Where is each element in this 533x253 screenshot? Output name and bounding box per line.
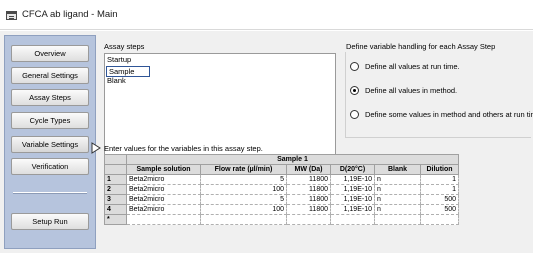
window-title: CFCA ab ligand - Main (22, 9, 118, 20)
table-row: 1 Beta2micro 5 11800 1,19E-10 n 1 (104, 174, 459, 185)
row-number[interactable]: 1 (104, 174, 127, 185)
grid-corner (104, 164, 127, 175)
new-row-marker[interactable]: * (104, 214, 127, 225)
cell-mw[interactable]: 11800 (286, 174, 331, 185)
column-header-blank[interactable]: Blank (374, 164, 421, 175)
cell-blank[interactable]: n (374, 194, 421, 205)
radio-button-icon (350, 61, 359, 71)
assay-steps-label: Assay steps (104, 42, 145, 51)
cell-dilution[interactable]: 500 (420, 194, 459, 205)
sidebar-item-overview[interactable]: Overview (11, 45, 89, 62)
table-row-new: * (104, 214, 459, 225)
sidebar-divider (13, 192, 87, 194)
sidebar-item-assay-steps[interactable]: Assay Steps (11, 89, 89, 106)
cell-empty[interactable] (200, 214, 287, 225)
active-item-arrow-icon (91, 142, 101, 154)
sidebar-item-cycle-types[interactable]: Cycle Types (11, 112, 89, 129)
variable-handling-label: Define variable handling for each Assay … (346, 42, 496, 51)
table-row: 3 Beta2micro 5 11800 1,19E-10 n 500 (104, 194, 459, 205)
radio-button-selected-icon (350, 85, 359, 95)
grid-corner (104, 154, 127, 165)
cell-blank[interactable]: n (374, 184, 421, 195)
column-header-sample-solution[interactable]: Sample solution (126, 164, 201, 175)
list-item-blank[interactable]: Blank (107, 76, 126, 86)
cell-sample-solution[interactable]: Beta2micro (126, 204, 201, 215)
column-header-flow-rate[interactable]: Flow rate (µl/min) (200, 164, 287, 175)
main-content: Overview General Settings Assay Steps Cy… (0, 31, 533, 253)
radio-in-method[interactable]: Define all values in method. (350, 84, 457, 96)
values-grid-label: Enter values for the variables in this a… (104, 144, 263, 153)
cell-empty[interactable] (420, 214, 459, 225)
cell-d20[interactable]: 1,19E-10 (330, 184, 375, 195)
row-number[interactable]: 4 (104, 204, 127, 215)
table-row: 4 Beta2micro 100 11800 1,19E-10 n 500 (104, 204, 459, 215)
cell-empty[interactable] (374, 214, 421, 225)
sidebar-item-verification[interactable]: Verification (11, 158, 89, 175)
column-header-d20[interactable]: D(20°C) (330, 164, 375, 175)
cell-mw[interactable]: 11800 (286, 204, 331, 215)
cell-d20[interactable]: 1,19E-10 (330, 194, 375, 205)
row-number[interactable]: 2 (104, 184, 127, 195)
cell-empty[interactable] (330, 214, 375, 225)
cell-sample-solution[interactable]: Beta2micro (126, 194, 201, 205)
radio-mixed[interactable]: Define some values in method and others … (350, 108, 533, 120)
variable-handling-panel: Define all values at run time. Define al… (345, 52, 533, 138)
cell-empty[interactable] (126, 214, 201, 225)
cell-flow-rate[interactable]: 100 (200, 204, 287, 215)
sidebar-item-general-settings[interactable]: General Settings (11, 67, 89, 84)
sidebar: Overview General Settings Assay Steps Cy… (4, 35, 101, 249)
table-row: 2 Beta2micro 100 11800 1,19E-10 n 1 (104, 184, 459, 195)
cell-blank[interactable]: n (374, 204, 421, 215)
column-header-mw[interactable]: MW (Da) (286, 164, 331, 175)
radio-button-icon (350, 109, 359, 119)
cell-dilution[interactable]: 1 (420, 184, 459, 195)
cell-blank[interactable]: n (374, 174, 421, 185)
column-header-dilution[interactable]: Dilution (420, 164, 459, 175)
list-item-startup[interactable]: Startup (107, 55, 131, 65)
cell-dilution[interactable]: 1 (420, 174, 459, 185)
cell-flow-rate[interactable]: 5 (200, 194, 287, 205)
row-number[interactable]: 3 (104, 194, 127, 205)
cell-mw[interactable]: 11800 (286, 194, 331, 205)
cell-dilution[interactable]: 500 (420, 204, 459, 215)
sidebar-item-variable-settings[interactable]: Variable Settings (11, 136, 89, 153)
radio-run-time[interactable]: Define all values at run time. (350, 60, 460, 72)
cell-mw[interactable]: 11800 (286, 184, 331, 195)
cell-d20[interactable]: 1,19E-10 (330, 174, 375, 185)
cell-empty[interactable] (286, 214, 331, 225)
grid-group-header: Sample 1 (126, 154, 459, 165)
setup-run-button[interactable]: Setup Run (11, 213, 89, 230)
values-grid: Sample 1 Sample solution Flow rate (µl/m… (104, 154, 459, 225)
cell-flow-rate[interactable]: 100 (200, 184, 287, 195)
cell-sample-solution[interactable]: Beta2micro (126, 174, 201, 185)
cell-flow-rate[interactable]: 5 (200, 174, 287, 185)
title-bar: CFCA ab ligand - Main (0, 0, 533, 30)
app-window-icon (6, 11, 17, 20)
cell-sample-solution[interactable]: Beta2micro (126, 184, 201, 195)
cell-d20[interactable]: 1,19E-10 (330, 204, 375, 215)
